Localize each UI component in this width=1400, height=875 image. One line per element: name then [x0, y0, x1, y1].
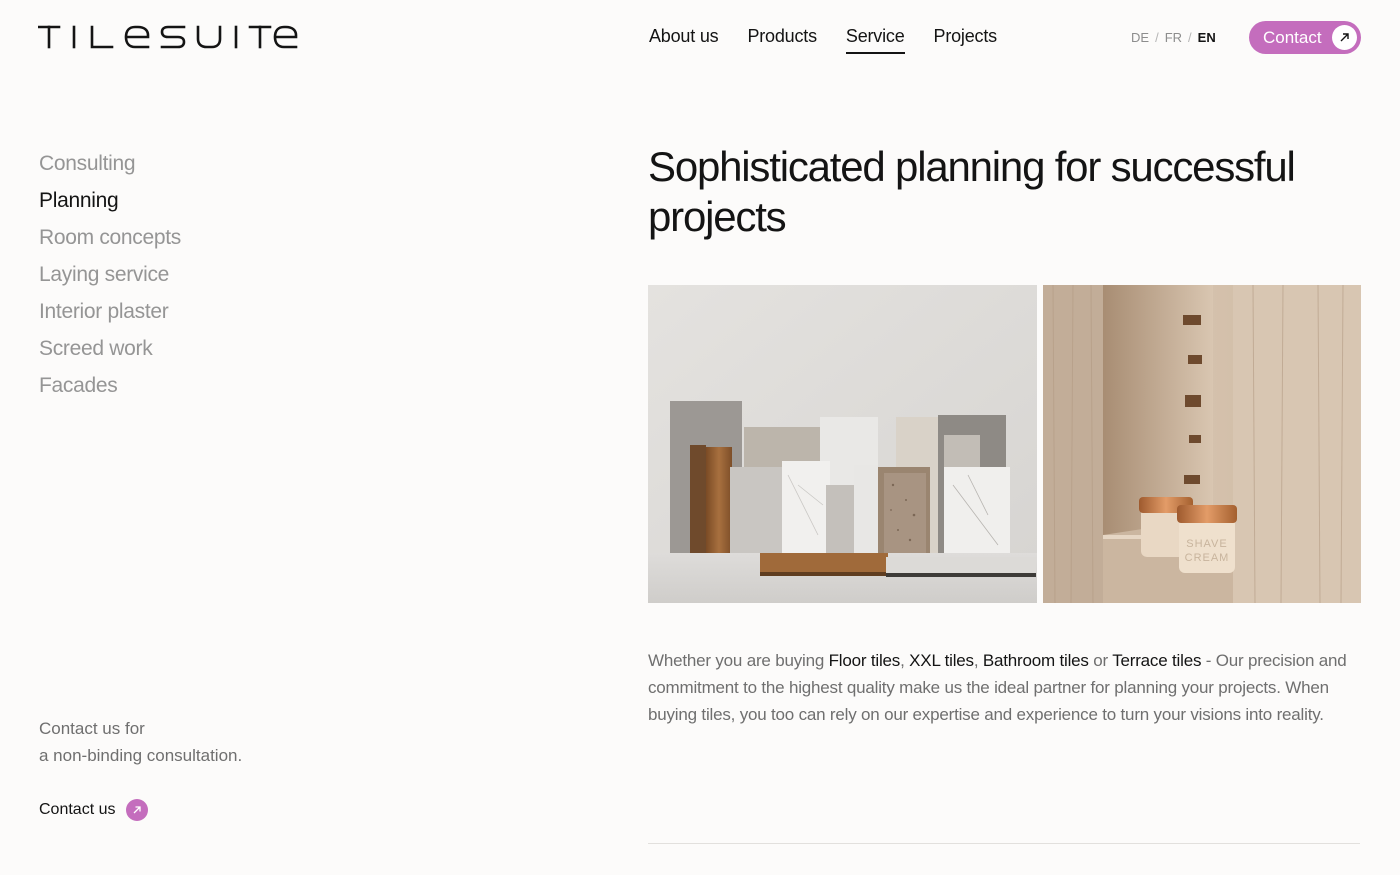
language-switcher: DE / FR / EN — [1131, 30, 1216, 45]
sidebar-item-interior-plaster[interactable]: Interior plaster — [39, 293, 181, 330]
arrow-up-right-icon — [126, 799, 149, 821]
intro-text: Whether you are buying — [648, 651, 829, 670]
sidebar-item-facades[interactable]: Facades — [39, 367, 181, 404]
nav-service[interactable]: Service — [845, 26, 905, 54]
sidebar-item-planning[interactable]: Planning — [39, 182, 181, 219]
sidebar-item-laying-service[interactable]: Laying service — [39, 256, 181, 293]
contact-us-label: Contact us — [39, 801, 116, 818]
contact-button[interactable]: Contact — [1249, 21, 1361, 54]
nav-projects[interactable]: Projects — [934, 26, 998, 53]
service-sidebar: Consulting Planning Room concepts Laying… — [39, 145, 181, 404]
divider — [648, 843, 1360, 844]
sidebar-item-consulting[interactable]: Consulting — [39, 145, 181, 182]
main-nav: About us Products Service Projects — [649, 26, 998, 54]
text-separator: , — [900, 651, 910, 670]
text-separator: , — [973, 651, 983, 670]
svg-text:SHAVE: SHAVE — [1186, 538, 1227, 550]
lang-de[interactable]: DE — [1131, 30, 1149, 45]
text-or: or — [1088, 651, 1113, 670]
tile-samples-image — [648, 285, 1037, 603]
contact-us-link[interactable]: Contact us — [39, 799, 149, 821]
bathroom-niche-image: SHAVE CREAM — [1043, 285, 1361, 603]
intro-paragraph: Whether you are buying Floor tiles, XXL … — [648, 647, 1360, 728]
link-terrace-tiles[interactable]: Terrace tiles — [1112, 651, 1201, 670]
consultation-note-line2: a non-binding consultation. — [39, 746, 243, 765]
lang-fr[interactable]: FR — [1165, 30, 1182, 45]
nav-products[interactable]: Products — [747, 26, 817, 53]
page-title: Sophisticated planning for successful pr… — [648, 143, 1296, 240]
sidebar-item-screed-work[interactable]: Screed work — [39, 330, 181, 367]
link-xxl-tiles[interactable]: XXL tiles — [909, 651, 974, 670]
nav-about-us[interactable]: About us — [649, 26, 719, 53]
svg-text:CREAM: CREAM — [1185, 552, 1230, 564]
sidebar-item-room-concepts[interactable]: Room concepts — [39, 219, 181, 256]
contact-button-label: Contact — [1263, 27, 1322, 47]
link-bathroom-tiles[interactable]: Bathroom tiles — [983, 651, 1089, 670]
lang-separator: / — [1155, 30, 1159, 45]
consultation-note-line1: Contact us for — [39, 719, 145, 738]
consultation-note: Contact us for a non-binding consultatio… — [39, 715, 242, 769]
arrow-up-right-icon — [1332, 25, 1357, 50]
lang-separator: / — [1188, 30, 1192, 45]
tilesuite-logo-icon — [38, 25, 298, 49]
page: About us Products Service Projects DE / … — [0, 0, 1400, 875]
lang-en[interactable]: EN — [1198, 30, 1216, 45]
link-floor-tiles[interactable]: Floor tiles — [829, 651, 901, 670]
logo[interactable] — [38, 24, 298, 50]
